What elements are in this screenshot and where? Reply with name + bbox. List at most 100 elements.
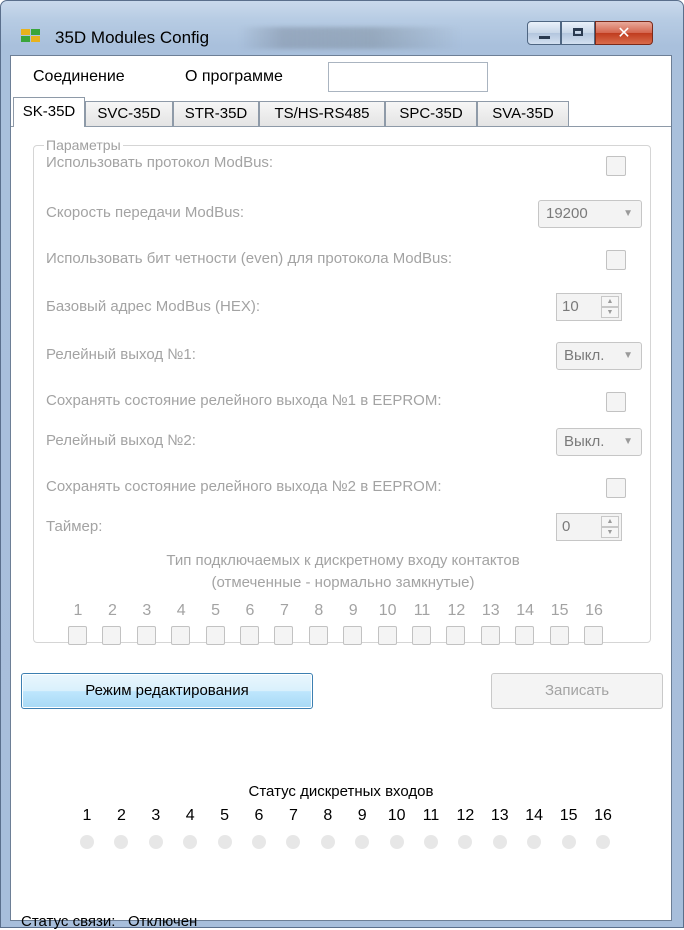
contact-type-checkbox[interactable] [584, 626, 603, 645]
base-address-value: 10 [562, 298, 579, 315]
timer-value: 0 [562, 518, 571, 535]
minimize-button[interactable] [527, 21, 561, 45]
use-modbus-checkbox[interactable] [606, 156, 626, 176]
status-input-number: 16 [594, 807, 612, 824]
tab-panel-sk-35d: Параметры Использовать протокол ModBus: … [11, 126, 671, 930]
app-icon [21, 29, 41, 43]
status-input-number: 9 [357, 807, 367, 824]
contact-input-number: 16 [585, 602, 603, 619]
status-indicator-dot [148, 835, 163, 849]
status-input-number: 13 [490, 807, 509, 824]
params-group: Параметры Использовать протокол ModBus: … [33, 137, 651, 645]
status-indicator-dot [320, 835, 335, 849]
menu-bar: Соединение О программе [11, 56, 671, 96]
timer-label: Таймер: [46, 518, 103, 535]
contact-input-number: 6 [245, 602, 255, 619]
contact-type-checkbox[interactable] [515, 626, 535, 645]
tab-svc-35d[interactable]: SVC-35D [85, 101, 173, 126]
contact-input-number: 8 [314, 602, 324, 619]
connection-status: Статус связи: Отключен [21, 913, 197, 930]
status-input-number: 6 [254, 807, 264, 824]
relay1-label: Релейный выход №1: [46, 346, 196, 363]
spin-down-icon[interactable]: ▼ [601, 307, 619, 318]
contact-type-checkbox[interactable] [308, 626, 328, 645]
connection-status-label: Статус связи: [21, 913, 116, 930]
menu-about[interactable]: О программе [185, 68, 283, 86]
relay2-eeprom-label: Сохранять состояние релейного выхода №2 … [46, 478, 442, 495]
timer-spinner[interactable]: 0 ▲ ▼ [556, 513, 622, 541]
relay1-combo[interactable]: Выкл. ▼ [556, 342, 642, 370]
title-bar[interactable]: 35D Modules Config ✕ [1, 1, 683, 55]
contact-input-number: 3 [142, 602, 152, 619]
contact-input-number: 5 [211, 602, 221, 619]
relay2-combo[interactable]: Выкл. ▼ [556, 428, 642, 456]
contact-type-checkbox[interactable] [480, 626, 500, 645]
contact-type-checkbox[interactable] [68, 626, 87, 645]
spin-down-icon[interactable]: ▼ [601, 527, 619, 538]
menu-connection[interactable]: Соединение [33, 68, 125, 86]
maximize-button[interactable] [561, 21, 595, 45]
contact-type-checkbox[interactable] [549, 626, 569, 645]
status-indicator-dot [252, 835, 266, 849]
relay1-eeprom-label: Сохранять состояние релейного выхода №1 … [46, 392, 442, 409]
contact-type-checkbox[interactable] [274, 626, 294, 645]
discrete-status-title: Статус дискретных входов [248, 783, 434, 800]
contact-input-number: 15 [550, 602, 569, 619]
status-input-number: 12 [456, 807, 475, 824]
contact-input-number: 13 [481, 602, 500, 619]
modbus-speed-combo[interactable]: 19200 ▼ [538, 200, 642, 228]
write-button[interactable]: Записать [491, 673, 663, 709]
contact-input-number: 10 [378, 602, 397, 619]
status-indicator-dot [458, 835, 473, 849]
contact-type-checkbox[interactable] [377, 626, 397, 645]
contact-type-checkbox[interactable] [205, 626, 225, 645]
contact-type-checkbox[interactable] [343, 626, 363, 645]
status-indicator-dot [596, 835, 610, 849]
status-indicator-dot [492, 835, 507, 849]
blurred-title-region [239, 27, 461, 49]
contact-input-number: 7 [279, 602, 289, 619]
minimize-icon [539, 36, 550, 39]
contact-input-number: 12 [447, 602, 466, 619]
contact-type-checkbox[interactable] [171, 626, 191, 645]
edit-mode-button[interactable]: Режим редактирования [21, 673, 313, 709]
contact-type-checkbox[interactable] [102, 626, 122, 645]
spin-up-icon[interactable]: ▲ [601, 516, 619, 527]
spin-up-icon[interactable]: ▲ [601, 296, 619, 307]
relay2-label: Релейный выход №2: [46, 432, 196, 449]
contact-input-number: 11 [413, 602, 431, 619]
status-indicator-dot [114, 835, 129, 849]
status-input-number: 14 [525, 807, 544, 824]
base-address-label: Базовый адрес ModBus (HEX): [46, 298, 261, 315]
tab-sk-35d[interactable]: SK-35D [13, 97, 85, 127]
status-input-number: 10 [387, 807, 406, 824]
tab-sva-35d[interactable]: SVA-35D [477, 101, 569, 126]
tab-spc-35d[interactable]: SPC-35D [385, 101, 477, 126]
status-indicator-dot [286, 835, 301, 849]
status-input-number: 1 [82, 807, 92, 824]
tab-str-35d[interactable]: STR-35D [173, 101, 259, 126]
status-input-number: 11 [422, 807, 440, 824]
contact-input-number: 1 [73, 602, 83, 619]
status-input-number: 15 [559, 807, 578, 824]
status-indicator-dot [80, 835, 94, 849]
contact-input-number: 9 [348, 602, 358, 619]
relay2-value: Выкл. [564, 433, 605, 450]
close-button[interactable]: ✕ [595, 21, 653, 45]
base-address-spinner[interactable]: 10 ▲ ▼ [556, 293, 622, 321]
status-input-number: 5 [220, 807, 230, 824]
contact-input-number: 14 [516, 602, 535, 619]
tab-ts-hs-rs485[interactable]: TS/HS-RS485 [259, 101, 385, 126]
status-indicator-dot [561, 835, 576, 849]
contact-type-checkbox[interactable] [412, 626, 431, 645]
contact-type-checkbox[interactable] [240, 626, 259, 645]
close-icon: ✕ [617, 23, 631, 42]
menu-empty-box [328, 62, 488, 92]
relay2-eeprom-checkbox[interactable] [606, 478, 626, 498]
parity-checkbox[interactable] [606, 250, 626, 270]
status-input-number: 8 [323, 807, 333, 824]
contact-type-checkbox[interactable] [446, 626, 466, 645]
contact-type-checkbox[interactable] [136, 626, 156, 645]
use-modbus-label: Использовать протокол ModBus: [46, 154, 274, 171]
relay1-eeprom-checkbox[interactable] [606, 392, 626, 412]
